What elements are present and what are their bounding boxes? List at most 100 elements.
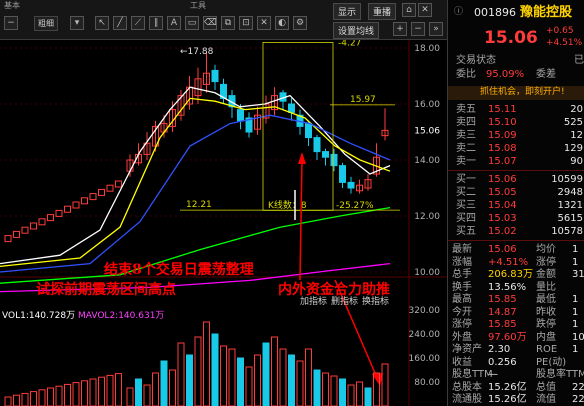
volume-bar <box>356 381 363 406</box>
stat-value-2: 109 <box>572 331 584 343</box>
stat-value-2: 1 <box>572 256 579 268</box>
candle-body <box>106 184 114 192</box>
stat-label-2: 内盘 <box>536 331 556 343</box>
stat-label-2: 跌停 <box>536 319 556 330</box>
stat-label-2: 金额 <box>536 269 556 280</box>
ray-tool-icon[interactable]: ⟋ <box>131 16 145 30</box>
lock-icon[interactable]: ⊡ <box>239 16 253 30</box>
volume-bar <box>313 369 321 406</box>
stat-label-2: 量比 <box>536 281 556 293</box>
line-width-combo[interactable]: 粗细 <box>34 16 58 31</box>
eraser-icon[interactable]: ⌫ <box>203 16 217 30</box>
candle-body <box>339 165 346 183</box>
stat-label: 外盘 <box>452 331 472 343</box>
volume-bar <box>339 378 346 406</box>
more-icon[interactable]: » <box>429 22 443 36</box>
book-volume: 10578 <box>551 226 583 237</box>
book-volume: 2948 <box>557 187 583 198</box>
volume-bar <box>4 396 12 406</box>
minus-icon[interactable]: − <box>411 22 425 36</box>
volume-bar <box>381 363 389 406</box>
stat-row: 涨停 15.85 跌停 1 <box>448 318 584 331</box>
text-tool-icon[interactable]: A <box>167 16 181 30</box>
line-tool-icon[interactable]: ╱ <box>113 16 127 30</box>
home-icon[interactable]: ⌂ <box>402 3 416 17</box>
price-axis-label: 14.00 <box>414 156 440 166</box>
display-menu[interactable]: 显示 <box>333 3 362 20</box>
candle-body <box>330 153 338 167</box>
stat-row: 换手 13.56% 量比 <box>448 281 584 294</box>
hide-icon[interactable]: ◐ <box>275 16 289 30</box>
volume-bar <box>89 378 97 406</box>
volume-axis-label: 160.00 <box>409 354 441 364</box>
book-price: 15.09 <box>488 130 517 141</box>
volume-bar <box>143 384 151 406</box>
candle-body <box>211 69 219 83</box>
candle-body <box>21 226 29 234</box>
stat-label: 最新 <box>452 244 472 255</box>
stat-row: 外盘 97.60万内盘 109 <box>448 331 584 344</box>
stat-row: 今开 14.87 昨收 1 <box>448 306 584 319</box>
stat-label: 股息TTM <box>452 369 493 380</box>
volume-bar <box>177 342 185 406</box>
stat-label: 最高 <box>452 294 472 305</box>
stat-label: 总股本 <box>452 381 482 393</box>
volume-bar <box>296 360 304 406</box>
volume-bar <box>330 375 338 406</box>
basic-section-label: 基本 <box>4 1 20 10</box>
cursor-icon[interactable]: ↖ <box>95 16 109 30</box>
volume-bar <box>72 382 80 406</box>
volume-bar <box>135 378 142 406</box>
close-icon[interactable]: ✕ <box>418 3 432 17</box>
stat-value: 97.60万 <box>488 331 527 343</box>
stat-value-2: 1 <box>572 244 579 255</box>
stat-value-2: 229 <box>572 394 584 405</box>
vol-legend-2: MAVOL2:140.631万 <box>78 311 164 321</box>
book-volume: 129 <box>563 143 583 154</box>
replay-menu[interactable]: 重播 <box>368 3 397 20</box>
stat-label: 涨停 <box>452 319 472 330</box>
volume-bar <box>186 354 193 406</box>
stat-label: 净资产 <box>452 344 482 355</box>
ma-settings-menu[interactable]: 设置均线 <box>333 22 380 39</box>
volume-bar <box>288 354 295 406</box>
stat-label: 收益 <box>452 356 472 368</box>
candle-body <box>89 193 97 201</box>
volume-bar <box>38 389 46 406</box>
plus-icon[interactable]: + <box>393 22 407 36</box>
volume-bar <box>203 321 210 406</box>
stat-value: 15.85 <box>488 294 517 305</box>
delete-icon[interactable]: ✕ <box>257 16 271 30</box>
candle-body <box>313 137 321 153</box>
kline-chart-svg: 18.0016.0014.0012.0010.00-4.2715.9712.21… <box>0 40 447 406</box>
candle-body <box>237 109 244 122</box>
box-pct-label: -25.27% <box>336 201 374 211</box>
box-high-label: -4.27 <box>338 40 361 48</box>
ask-row: 卖二 15.08 129 <box>448 142 584 155</box>
candle-body <box>305 123 312 139</box>
open-account-banner[interactable]: 抓住机会，即刻开户! <box>448 86 584 100</box>
color-swatch-button[interactable]: ▾ <box>70 16 84 30</box>
copy-icon[interactable]: ⧉ <box>221 16 235 30</box>
kline-chart[interactable]: 18.00 16.00 14.00 12.00 10.00 -4.27 15.97 12.21… <box>0 40 447 406</box>
current-price: 15.06 <box>484 28 538 48</box>
weibi-row: 委比 95.09% 委差 <box>456 69 556 80</box>
annotation-arrow-1 <box>299 159 303 281</box>
book-label: 卖五 <box>456 104 476 115</box>
volume-bar <box>254 354 261 406</box>
chart-toolbar: 基本 工具 − 粗细 ▾ ↖ ╱ ⟋ ∥ A ▭ ⌫ ⧉ ⊡ ✕ ◐ ⚙ 显示 … <box>0 0 447 40</box>
book-price: 15.11 <box>488 104 517 115</box>
rect-tool-icon[interactable]: ▭ <box>185 16 199 30</box>
book-volume: 90 <box>570 156 583 167</box>
stat-label: 今开 <box>452 306 472 318</box>
settings-icon[interactable]: ⚙ <box>293 16 307 30</box>
book-label: 买三 <box>456 200 476 211</box>
annotation-consolidation: 结束8个交易日震荡整理 <box>104 261 254 278</box>
book-price: 15.04 <box>488 200 517 211</box>
ma5-line <box>0 86 391 265</box>
zoom-out-button[interactable]: − <box>4 16 18 30</box>
book-label: 卖一 <box>456 156 476 167</box>
book-volume: 525 <box>563 117 583 128</box>
candle-body <box>4 235 12 243</box>
channel-tool-icon[interactable]: ∥ <box>149 16 163 30</box>
